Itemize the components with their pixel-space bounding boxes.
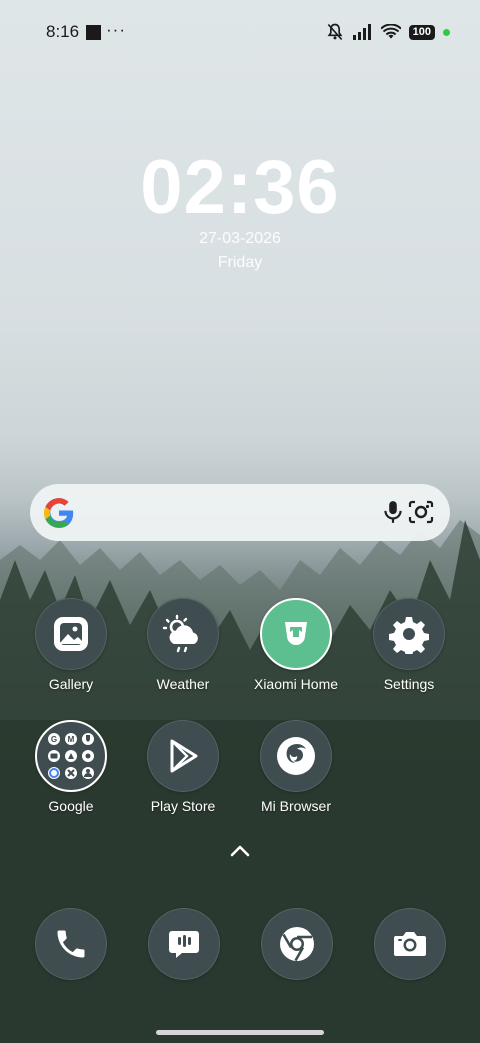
- dock-chrome[interactable]: [261, 908, 333, 980]
- google-g-icon: [44, 498, 74, 528]
- mi-browser-icon: [260, 720, 332, 792]
- status-bar: 8:16 ··· 100: [0, 0, 480, 64]
- home-clock-day: Friday: [217, 254, 263, 271]
- dock-camera[interactable]: [374, 908, 446, 980]
- notification-square-icon: [86, 25, 101, 40]
- app-gallery[interactable]: Gallery: [16, 598, 126, 692]
- app-label: Weather: [156, 676, 210, 692]
- dock-messages[interactable]: [148, 908, 220, 980]
- app-play-store[interactable]: Play Store: [128, 720, 238, 814]
- svg-text:M: M: [68, 735, 75, 744]
- app-label: Gallery: [48, 676, 94, 692]
- home-clock-date: 27-03-2026: [199, 230, 281, 247]
- google-lens-icon[interactable]: [406, 497, 436, 527]
- wifi-icon: [380, 24, 401, 39]
- signal-icon: [352, 24, 371, 40]
- app-folder-google[interactable]: G M Google: [16, 720, 126, 814]
- gesture-home-bar[interactable]: [156, 1030, 324, 1035]
- app-settings[interactable]: Settings: [354, 598, 464, 692]
- folder-label: Google: [48, 798, 94, 814]
- status-time: 8:16: [46, 22, 80, 41]
- messages-icon: [169, 931, 199, 958]
- camera-icon: [394, 932, 426, 956]
- app-mi-browser[interactable]: Mi Browser: [241, 720, 351, 814]
- play-store-icon: [147, 720, 219, 792]
- status-right: 100: [325, 22, 450, 42]
- app-label: Xiaomi Home: [253, 676, 339, 692]
- battery-badge: 100: [408, 24, 435, 40]
- chevron-up-icon[interactable]: [228, 842, 252, 860]
- svg-text:G: G: [51, 735, 57, 744]
- google-search-bar[interactable]: [30, 484, 450, 541]
- gear-icon: [373, 598, 445, 670]
- gallery-icon: [35, 598, 107, 670]
- app-weather[interactable]: Weather: [128, 598, 238, 692]
- app-label: Mi Browser: [260, 798, 331, 814]
- phone-icon: [57, 930, 85, 958]
- bell-muted-icon: [327, 23, 343, 41]
- voice-search-icon[interactable]: [380, 499, 406, 525]
- weather-icon: [147, 598, 219, 670]
- app-xiaomi-home[interactable]: Xiaomi Home: [241, 598, 351, 692]
- more-notifications-icon: ···: [106, 20, 126, 39]
- google-folder-icon: G M: [35, 720, 107, 792]
- dock-phone[interactable]: [35, 908, 107, 980]
- chrome-icon: [280, 927, 314, 962]
- home-clock-time[interactable]: 02:36: [0, 148, 480, 228]
- app-label: Play Store: [150, 798, 216, 814]
- xiaomi-home-icon: [260, 598, 332, 670]
- app-label: Settings: [383, 676, 435, 692]
- privacy-indicator-dot: [443, 28, 450, 36]
